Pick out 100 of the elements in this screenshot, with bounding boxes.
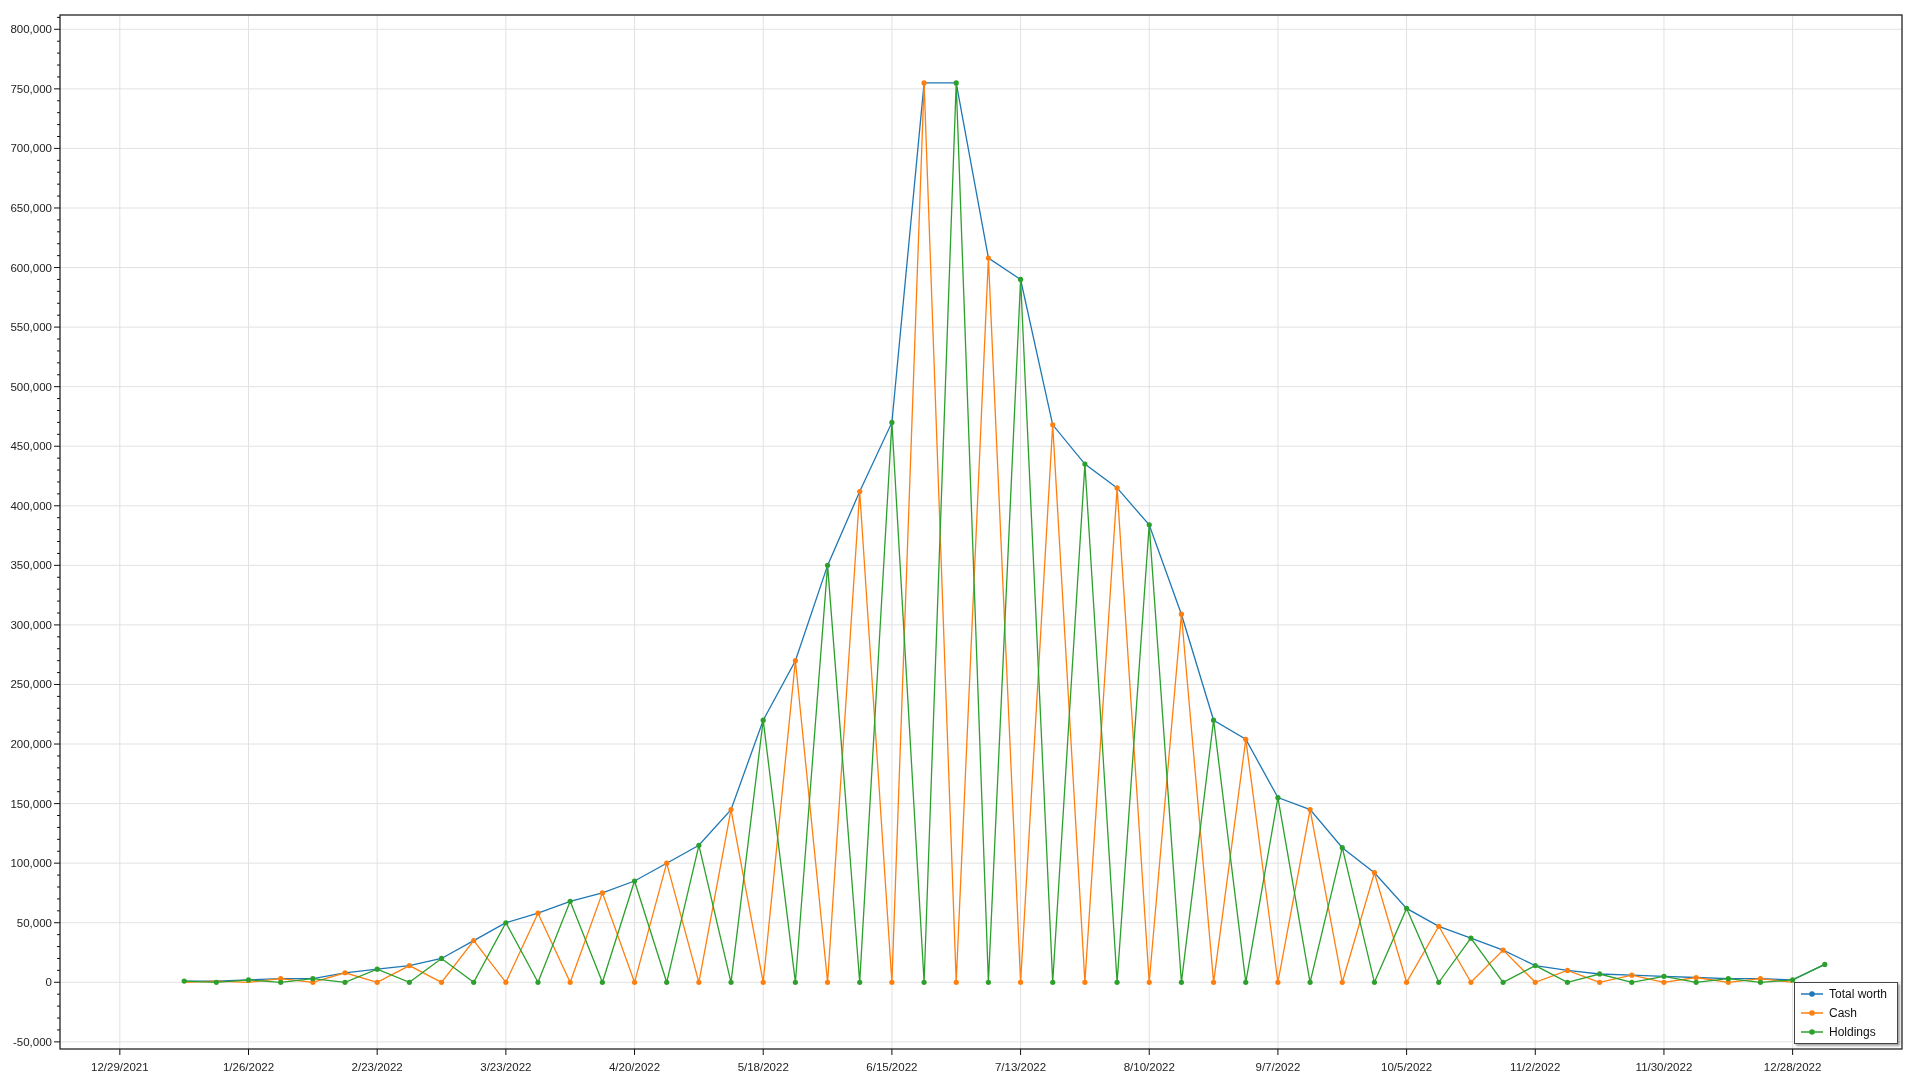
cash-point <box>1017 979 1024 985</box>
y-tick-label: 150,000 <box>10 797 52 810</box>
x-tick-label: 7/13/2022 <box>995 1061 1047 1073</box>
cash-point <box>406 963 412 969</box>
holdings-point <box>953 80 959 86</box>
holdings-point <box>342 979 348 985</box>
holdings-point <box>631 878 638 884</box>
cash-point <box>1564 967 1571 973</box>
cash-point <box>664 860 670 866</box>
holdings-point <box>857 979 863 985</box>
holdings-point <box>1178 979 1184 985</box>
cash-point <box>921 80 927 86</box>
y-tick-label: 250,000 <box>10 678 52 691</box>
cash-point <box>374 979 380 985</box>
cash-point <box>985 255 991 261</box>
x-tick-label: 6/15/2022 <box>866 1061 918 1073</box>
cash-point <box>1050 422 1056 428</box>
holdings-point <box>1339 845 1345 851</box>
legend-line-icon <box>1800 1028 1823 1036</box>
cash-point <box>1500 947 1506 953</box>
holdings-point <box>1211 717 1217 723</box>
legend-line-icon <box>1800 1009 1823 1017</box>
legend-label: Cash <box>1828 1006 1857 1020</box>
holdings-point <box>245 977 252 983</box>
x-tick-label: 10/5/2022 <box>1381 1061 1433 1073</box>
holdings-point <box>889 419 895 425</box>
cash-point <box>1532 979 1538 985</box>
cash-point <box>1629 972 1635 978</box>
holdings-point <box>696 842 702 848</box>
x-tick-label: 12/29/2021 <box>91 1061 149 1073</box>
cash-point <box>889 979 895 985</box>
holdings-point <box>1725 976 1731 982</box>
holdings-point <box>535 979 541 985</box>
holdings-point <box>1404 905 1410 912</box>
x-tick-label: 8/10/2022 <box>1123 1061 1175 1073</box>
cash-point <box>1404 979 1410 985</box>
holdings-point <box>1275 795 1281 801</box>
y-tick-label: 700,000 <box>10 142 52 155</box>
cash-point <box>1661 979 1667 985</box>
y-tick-label: 50,000 <box>16 916 52 929</box>
holdings-point <box>1822 961 1828 967</box>
holdings-point <box>1017 276 1024 283</box>
x-tick-label: 12/28/2022 <box>1763 1061 1822 1073</box>
cash-point <box>953 979 959 985</box>
cash-point <box>342 970 348 976</box>
holdings-point <box>1597 971 1603 977</box>
cash-point <box>1597 979 1603 985</box>
holdings-point <box>503 920 509 926</box>
holdings-point <box>1629 979 1635 985</box>
holdings-point <box>1307 979 1313 985</box>
y-tick-label: 550,000 <box>10 321 52 334</box>
holdings-point <box>1468 935 1474 941</box>
y-tick-label: 650,000 <box>10 202 52 214</box>
cash-point <box>1339 979 1345 985</box>
holdings-point <box>728 979 734 985</box>
y-tick-label: 0 <box>45 976 52 989</box>
cash-point <box>631 979 638 985</box>
holdings-point <box>1050 979 1056 985</box>
holdings-point <box>1693 979 1699 985</box>
cash-point <box>1082 979 1088 985</box>
holdings-point <box>1146 522 1152 528</box>
holdings-point <box>760 717 766 723</box>
y-tick-label: 400,000 <box>10 499 52 512</box>
cash-point <box>760 979 766 985</box>
y-tick-label: 450,000 <box>10 440 52 453</box>
cash-point <box>824 979 831 985</box>
holdings-point <box>374 966 380 972</box>
y-tick-label: 500,000 <box>10 380 52 393</box>
cash-point <box>1275 979 1281 985</box>
holdings-point <box>181 978 187 984</box>
cash-point <box>1468 979 1474 985</box>
holdings-point <box>213 979 219 985</box>
x-tick-label: 11/2/2022 <box>1510 1061 1561 1073</box>
y-tick-label: -50,000 <box>13 1035 52 1048</box>
legend-label: Total worth <box>1828 987 1887 1001</box>
holdings-point <box>664 979 670 985</box>
cash-point <box>1211 979 1217 985</box>
x-tick-label: 2/23/2022 <box>351 1061 403 1073</box>
y-tick-label: 750,000 <box>10 82 52 95</box>
cash-point <box>1693 974 1699 981</box>
cash-point <box>567 979 573 985</box>
cash-point <box>535 910 541 916</box>
holdings-point <box>406 979 412 985</box>
cash-point <box>1436 923 1442 929</box>
y-tick-label: 350,000 <box>10 559 52 572</box>
x-tick-label: 3/23/2022 <box>480 1061 532 1073</box>
cash-point <box>696 979 702 985</box>
cash-point <box>857 488 863 495</box>
holdings-point <box>1371 979 1378 985</box>
cash-point <box>438 979 445 985</box>
holdings-point <box>278 979 284 985</box>
holdings-point <box>599 979 605 985</box>
holdings-point <box>1436 979 1442 985</box>
x-tick-label: 11/30/2022 <box>1635 1061 1693 1073</box>
holdings-point <box>310 976 316 982</box>
y-tick-label: 800,000 <box>10 23 52 36</box>
holdings-point <box>1082 461 1088 467</box>
cash-point <box>1178 611 1184 617</box>
holdings-point <box>792 979 798 985</box>
holdings-point <box>471 979 477 985</box>
